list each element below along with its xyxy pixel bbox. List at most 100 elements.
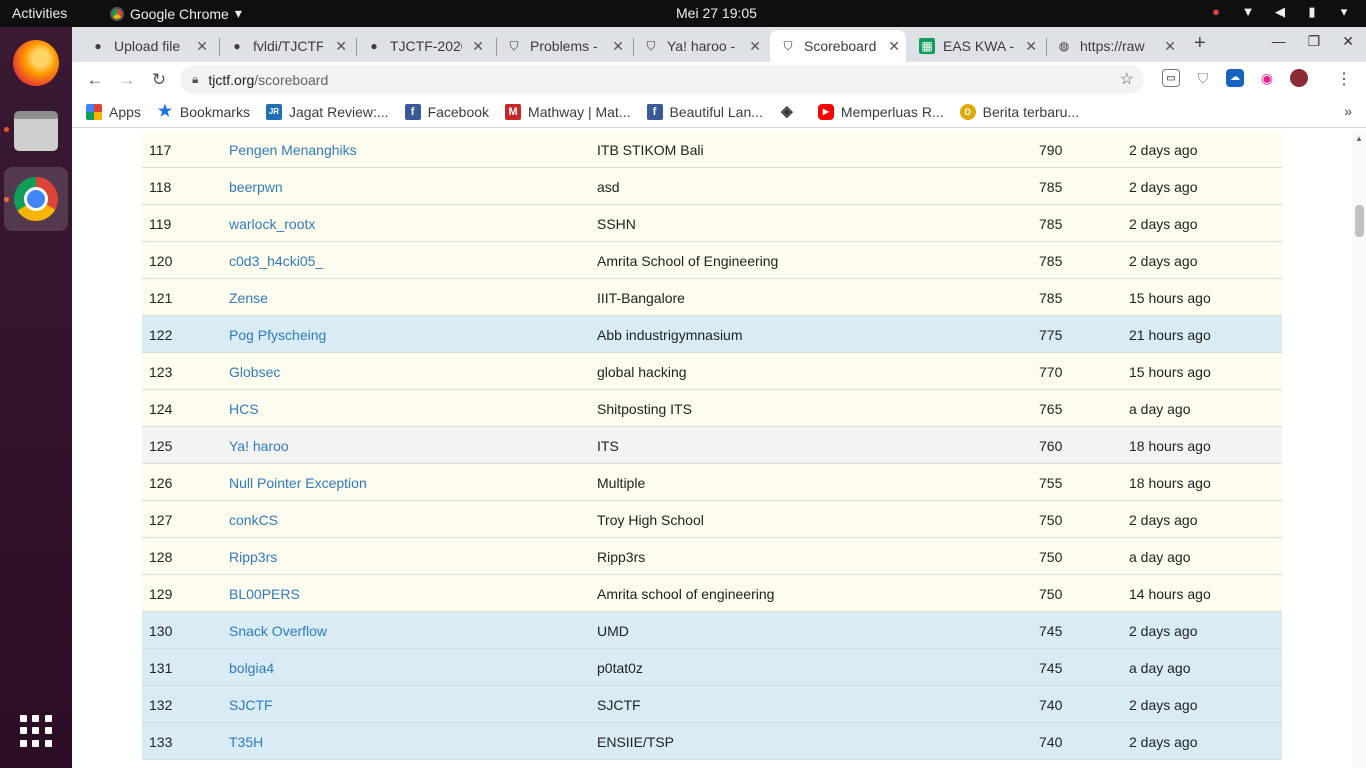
sheets-icon: ▦ [919, 38, 935, 54]
team-link[interactable]: Ya! haroo [229, 438, 289, 454]
wifi-icon[interactable]: ▼ [1240, 4, 1256, 20]
tab-problems[interactable]: ⛉ Problems - ✕ [496, 30, 630, 62]
team-link[interactable]: Snack Overflow [229, 623, 327, 639]
volume-icon[interactable]: ◀ [1272, 4, 1288, 20]
system-tray[interactable]: ● ▼ ◀ ▮ ▾ [1208, 4, 1352, 20]
bookmark-apps[interactable]: Apps [86, 104, 141, 120]
chevron-right-icon[interactable]: » [1344, 103, 1352, 119]
facebook-icon: f [404, 104, 421, 120]
close-icon[interactable]: ✕ [612, 38, 624, 55]
chevron-down-icon: ▾ [234, 5, 242, 21]
close-icon[interactable]: ✕ [472, 38, 484, 55]
github-icon: ● [233, 39, 241, 53]
team-link[interactable]: Zense [229, 290, 268, 306]
rank-cell: 123 [149, 364, 173, 380]
close-icon[interactable]: ✕ [888, 38, 900, 55]
team-link[interactable]: Null Pointer Exception [229, 475, 367, 491]
team-link[interactable]: Pog Pfyscheing [229, 327, 326, 343]
activities-button[interactable]: Activities [12, 5, 67, 21]
tab-upload-file[interactable]: ● Upload file ✕ [80, 30, 214, 62]
tab-ya-haroo[interactable]: ⛉ Ya! haroo - ✕ [633, 30, 767, 62]
url-host[interactable]: tjctf.org [208, 72, 254, 88]
team-link[interactable]: beerpwn [229, 179, 283, 195]
app-menu[interactable]: Google Chrome ▾ [110, 5, 242, 22]
show-applications-icon[interactable] [20, 715, 52, 747]
bookmark-facebook[interactable]: f Facebook [404, 104, 489, 120]
chrome-window: ● Upload file ✕ ● fvldi/TJCTF ✕ ● TJCTF-… [72, 27, 1366, 768]
close-icon[interactable]: ✕ [1164, 38, 1176, 55]
close-icon[interactable]: ✕ [196, 38, 208, 55]
team-link[interactable]: c0d3_h4cki05_ [229, 253, 323, 269]
facebook-icon: f [646, 104, 663, 120]
battery-icon[interactable]: ▮ [1304, 4, 1320, 20]
bookmark-mathway[interactable]: M Mathway | Mat... [505, 104, 631, 120]
last-solve-cell: a day ago [1129, 401, 1191, 417]
team-link[interactable]: SJCTF [229, 697, 273, 713]
dock-chrome[interactable] [4, 167, 68, 231]
score-cell: 740 [1039, 734, 1063, 750]
minimize-icon[interactable]: — [1272, 33, 1286, 50]
dock-firefox[interactable] [4, 31, 68, 95]
bookmark-diamond[interactable]: ◈ [779, 104, 802, 120]
close-window-icon[interactable]: ✕ [1342, 33, 1354, 50]
lock-icon[interactable]: 🔒︎ [192, 72, 198, 87]
bookmark-bookmarks[interactable]: ★ Bookmarks [157, 104, 250, 121]
bookmark-jagat-review[interactable]: JR Jagat Review:... [265, 104, 389, 120]
chat-extension-icon[interactable]: ▭ [1162, 69, 1180, 87]
url-path[interactable]: /scoreboard [254, 72, 328, 88]
window-controls: — ❐ ✕ [1272, 33, 1354, 50]
rank-cell: 127 [149, 512, 173, 528]
more-menu-icon[interactable]: ⋮ [1336, 69, 1352, 89]
reload-icon[interactable]: ↻ [148, 70, 170, 90]
eye-extension-icon[interactable]: ◉ [1258, 69, 1276, 87]
address-bar[interactable]: 🔒︎ tjctf.org/scoreboard ☆ [180, 65, 1144, 94]
score-cell: 775 [1039, 327, 1063, 343]
scroll-up-icon[interactable]: ▲ [1355, 134, 1363, 143]
bookmark-berita[interactable]: D Berita terbaru... [959, 104, 1079, 120]
dock-files[interactable] [4, 99, 68, 163]
chevron-down-icon[interactable]: ▾ [1336, 4, 1352, 20]
clock[interactable]: Mei 27 19:05 [676, 5, 757, 21]
bookmark-beautiful-lan[interactable]: f Beautiful Lan... [646, 104, 763, 120]
bookmark-label: Memperluas R... [840, 104, 944, 120]
diamond-icon: ◈ [781, 103, 793, 120]
table-row: 119 warlock_rootx SSHN 785 2 days ago [142, 205, 1282, 242]
tab-scoreboard[interactable]: ⛉ Scoreboard ✕ [770, 30, 906, 62]
team-link[interactable]: Ripp3rs [229, 549, 277, 565]
bookmark-memperluas[interactable]: ▶ Memperluas R... [817, 104, 944, 120]
rank-cell: 117 [149, 142, 172, 158]
tab-label: EAS KWA - [943, 38, 1015, 54]
mathway-icon: M [505, 104, 522, 120]
shield-extension-icon[interactable]: ⛉ [1194, 69, 1212, 87]
team-link[interactable]: bolgia4 [229, 660, 274, 676]
rank-cell: 126 [149, 475, 173, 491]
tab-tjctf-2020[interactable]: ● TJCTF-2020 ✕ [356, 30, 490, 62]
chrome-tray-icon[interactable]: ● [1208, 4, 1224, 20]
team-link[interactable]: HCS [229, 401, 259, 417]
team-link[interactable]: conkCS [229, 512, 278, 528]
forward-arrow-icon[interactable]: → [116, 70, 138, 90]
bookmark-star-icon[interactable]: ☆ [1120, 69, 1134, 89]
back-arrow-icon[interactable]: ← [84, 70, 106, 90]
close-icon[interactable]: ✕ [335, 38, 347, 55]
table-row: 125 Ya! haroo ITS 760 18 hours ago [142, 427, 1282, 464]
chrome-icon [14, 177, 58, 221]
tab-fvldi[interactable]: ● fvldi/TJCTF ✕ [219, 30, 353, 62]
team-link[interactable]: T35H [229, 734, 263, 750]
team-link[interactable]: BL00PERS [229, 586, 300, 602]
scrollbar-thumb[interactable] [1355, 205, 1364, 237]
close-icon[interactable]: ✕ [749, 38, 761, 55]
cloud-extension-icon[interactable]: ☁ [1226, 69, 1244, 87]
close-icon[interactable]: ✕ [1025, 38, 1037, 55]
tab-eas-kwa[interactable]: ▦ EAS KWA - ✕ [909, 30, 1043, 62]
team-link[interactable]: Pengen Menanghiks [229, 142, 357, 158]
profile-avatar[interactable] [1290, 69, 1308, 87]
tab-raw[interactable]: ◍ https://raw ✕ [1046, 30, 1182, 62]
team-link[interactable]: Globsec [229, 364, 280, 380]
maximize-icon[interactable]: ❐ [1308, 33, 1321, 50]
new-tab-button[interactable]: + [1194, 32, 1206, 55]
affiliation-cell: SSHN [597, 216, 636, 232]
scoreboard-page: 117 Pengen Menanghiks ITB STIKOM Bali 790 2 … [72, 131, 1366, 768]
team-link[interactable]: warlock_rootx [229, 216, 315, 232]
page-scrollbar[interactable]: ▲ [1352, 131, 1366, 768]
